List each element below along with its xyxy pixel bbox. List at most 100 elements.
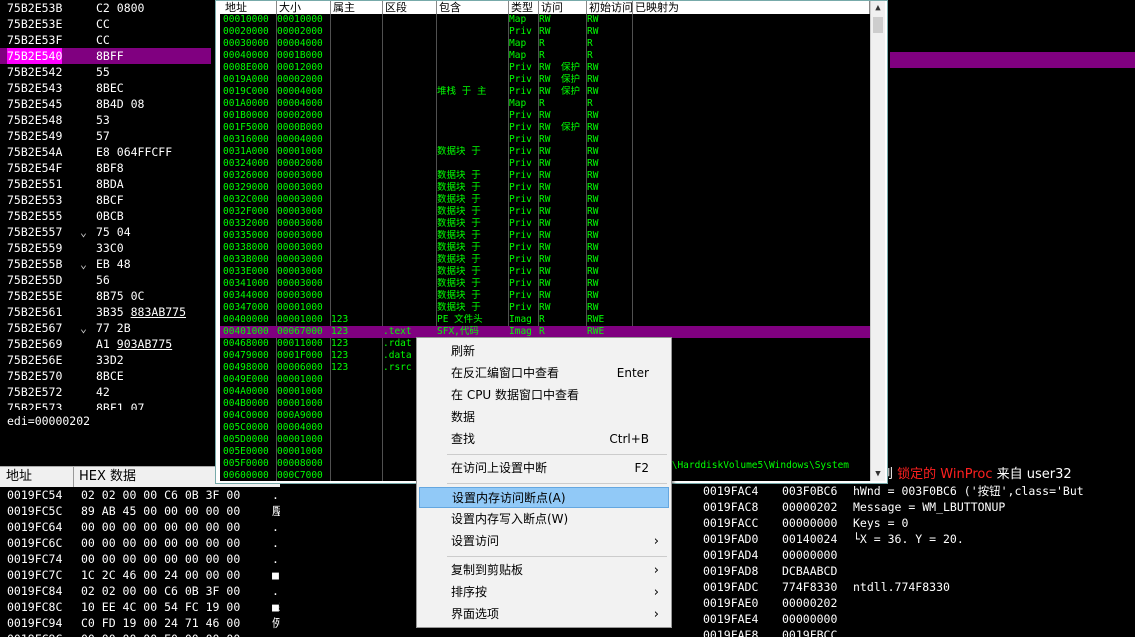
- memory-map-column-header[interactable]: 属主: [331, 1, 383, 14]
- dump-row[interactable]: 0019FC6C 00 00 00 00 00 00 00 00........: [0, 535, 280, 551]
- disasm-row[interactable]: 75B2E54F 8BF8: [0, 160, 211, 176]
- memory-dump-pane[interactable]: 0019FC5402 02 00 00 C6 0B 3F 00..??.0019…: [0, 487, 280, 637]
- disasm-row[interactable]: 75B2E561 3B35 883AB775: [0, 304, 211, 320]
- disasm-row[interactable]: 75B2E551 8BDA: [0, 176, 211, 192]
- disasm-row[interactable]: 75B2E542 55: [0, 64, 211, 80]
- memory-map-row[interactable]: 00400000 00001000 123 PE 文件头 Imag R RWE: [220, 314, 870, 326]
- disasm-row[interactable]: 75B2E559 33C0: [0, 240, 211, 256]
- memory-map-row[interactable]: 001B0000 00002000 Priv RW RW: [220, 110, 870, 122]
- disasm-row[interactable]: 75B2E570 8BCE: [0, 368, 211, 384]
- stack-row[interactable]: 0019FAC4 003F0BC6 hWnd = 003F0BC6 ('按钮',cl…: [697, 483, 1135, 499]
- disasm-row[interactable]: 75B2E549 57: [0, 128, 211, 144]
- disasm-row[interactable]: 75B2E55D 56: [0, 272, 211, 288]
- disasm-row[interactable]: 75B2E548 53: [0, 112, 211, 128]
- menu-item[interactable]: 界面选项 ›: [419, 604, 669, 625]
- menu-item[interactable]: 设置访问 ›: [419, 531, 669, 552]
- menu-item[interactable]: 数据: [419, 407, 669, 428]
- disasm-row[interactable]: 75B2E573 8BF1 07: [0, 400, 211, 410]
- memory-map-row[interactable]: 00344000 00003000 数据块 于 Priv RW RW: [220, 290, 870, 302]
- dump-row[interactable]: 0019FC84 02 02 00 00 C6 0B 3F 00..??.: [0, 583, 280, 599]
- scroll-thumb[interactable]: [873, 17, 883, 33]
- disasm-address-ref[interactable]: 903AB775: [117, 337, 172, 351]
- menu-item[interactable]: 设置内存写入断点(W): [419, 509, 669, 530]
- disasm-row[interactable]: 75B2E53F CC: [0, 32, 211, 48]
- memory-map-column-header[interactable]: 包含: [437, 1, 509, 14]
- stack-row[interactable]: 0019FAE8 0019FBCC: [697, 627, 1135, 637]
- memory-map-row[interactable]: 0019C000 00004000 堆栈 于 主 Priv RW 保护 RW: [220, 86, 870, 98]
- memory-map-row[interactable]: 00335000 00003000 数据块 于 Priv RW RW: [220, 230, 870, 242]
- dump-row[interactable]: 0019FC5C 89 AB 45 00 00 00 00 00 壓E.....: [0, 503, 280, 519]
- disassembly-pane[interactable]: 75B2E53B C2 0800 75B2E53E CC 75B2E53F CC 75B2E…: [0, 0, 211, 410]
- memory-map-scrollbar[interactable]: ▲ ▼: [870, 1, 885, 481]
- dump-row[interactable]: 0019FC94 C0 FD 19 00 24 71 46 00 例■.$qF.: [0, 615, 280, 631]
- memory-map-column-header[interactable]: 访问: [539, 1, 587, 14]
- dump-header-address[interactable]: 地址: [0, 467, 74, 487]
- memory-map-row[interactable]: 00040000 0001B000 Map R R: [220, 50, 870, 62]
- disasm-row[interactable]: 75B2E557 ⌄ 75 04: [0, 224, 211, 240]
- disasm-row[interactable]: 75B2E55B ⌄ EB 48: [0, 256, 211, 272]
- stack-row[interactable]: 0019FACC 00000000 Keys = 0: [697, 515, 1135, 531]
- menu-item[interactable]: 排序按 ›: [419, 582, 669, 603]
- memory-map-row[interactable]: 0032F000 00003000 数据块 于 Priv RW RW: [220, 206, 870, 218]
- memory-map-column-header[interactable]: 初始访问: [587, 1, 633, 14]
- context-menu[interactable]: 刷新 在反汇编窗口中查看 Enter 在 CPU 数据窗口中查看 数据 查找 Ctrl+B 在…: [416, 337, 672, 628]
- memory-map-row[interactable]: 0032C000 00003000 数据块 于 Priv RW RW: [220, 194, 870, 206]
- stack-pane[interactable]: 0019FAC4 003F0BC6 hWnd = 003F0BC6 ('按钮',cl…: [697, 483, 1135, 637]
- stack-row[interactable]: 0019FAC8 00000202 Message = WM_LBUTTONUP: [697, 499, 1135, 515]
- disasm-row[interactable]: 75B2E569 A1 903AB775: [0, 336, 211, 352]
- disasm-row[interactable]: 75B2E555 0BCB: [0, 208, 211, 224]
- disasm-row[interactable]: 75B2E54A E8 064FFCFF: [0, 144, 211, 160]
- memory-map-column-header[interactable]: 大小: [277, 1, 331, 14]
- disasm-row[interactable]: 75B2E543 8BEC: [0, 80, 211, 96]
- memory-map-row[interactable]: 00030000 00004000 Map R R: [220, 38, 870, 50]
- stack-row[interactable]: 0019FAD0 00140024 └X = 36. Y = 20.: [697, 531, 1135, 547]
- stack-row[interactable]: 0019FAE0 00000202: [697, 595, 1135, 611]
- menu-item[interactable]: 在 CPU 数据窗口中查看: [419, 385, 669, 406]
- menu-item[interactable]: 复制到剪贴板 ›: [419, 560, 669, 581]
- memory-map-row[interactable]: 00020000 00002000 Priv RW RW: [220, 26, 870, 38]
- memory-map-row[interactable]: 0019A000 00002000 Priv RW 保护 RW: [220, 74, 870, 86]
- dump-row[interactable]: 0019FC9C 00 00 00 00 E0 00 00 00 儒: [0, 631, 280, 637]
- memory-map-row[interactable]: 00332000 00003000 数据块 于 Priv RW RW: [220, 218, 870, 230]
- dump-row[interactable]: 0019FC8C 10 EE 4C 00 54 FC 19 00 ■頛.T?.: [0, 599, 280, 615]
- disasm-row[interactable]: 75B2E53B C2 0800: [0, 0, 211, 16]
- stack-row[interactable]: 0019FADC 774F8330 ntdll.774F8330: [697, 579, 1135, 595]
- stack-row[interactable]: 0019FAD8 DCBAABCD: [697, 563, 1135, 579]
- menu-item[interactable]: 在访问上设置中断 F2: [419, 458, 669, 479]
- disasm-row[interactable]: 75B2E56E 33D2: [0, 352, 211, 368]
- memory-map-row[interactable]: 0033E000 00003000 数据块 于 Priv RW RW: [220, 266, 870, 278]
- memory-map-row[interactable]: 0031A000 00001000 数据块 于 Priv RW RW: [220, 146, 870, 158]
- disasm-row[interactable]: 75B2E553 8BCF: [0, 192, 211, 208]
- disasm-row[interactable]: 75B2E545 8B4D 08: [0, 96, 211, 112]
- memory-map-column-header[interactable]: 区段: [383, 1, 437, 14]
- memory-map-row[interactable]: 001F5000 0000B000 Priv RW 保护 RW: [220, 122, 870, 134]
- dump-row[interactable]: 0019FC74 00 00 00 00 00 00 00 00........: [0, 551, 280, 567]
- memory-map-column-header[interactable]: 已映射为: [633, 1, 870, 14]
- disasm-row[interactable]: 75B2E55E 8B75 0C: [0, 288, 211, 304]
- memory-map-row[interactable]: 00341000 00003000 数据块 于 Priv RW RW: [220, 278, 870, 290]
- memory-map-row[interactable]: 001A0000 00004000 Map R R: [220, 98, 870, 110]
- memory-map-row[interactable]: 00347000 00001000 数据块 于 Priv RW RW: [220, 302, 870, 314]
- stack-row[interactable]: 0019FAE4 00000000: [697, 611, 1135, 627]
- disasm-row[interactable]: 75B2E572 42: [0, 384, 211, 400]
- disasm-row[interactable]: 75B2E567 ⌄ 77 2B: [0, 320, 211, 336]
- memory-map-column-header[interactable]: 地址: [223, 1, 277, 14]
- memory-map-row[interactable]: 00329000 00003000 数据块 于 Priv RW RW: [220, 182, 870, 194]
- stack-row[interactable]: 0019FAD4 00000000: [697, 547, 1135, 563]
- disasm-address-ref[interactable]: 883AB775: [131, 305, 186, 319]
- memory-map-row[interactable]: 00324000 00002000 Priv RW RW: [220, 158, 870, 170]
- disasm-row[interactable]: 75B2E53E CC: [0, 16, 211, 32]
- memory-map-row[interactable]: 00316000 00004000 Priv RW RW: [220, 134, 870, 146]
- disasm-row[interactable]: 75B2E540 8BFF: [0, 48, 211, 64]
- memory-map-row[interactable]: 0033B000 00003000 数据块 于 Priv RW RW: [220, 254, 870, 266]
- scroll-up-icon[interactable]: ▲: [871, 1, 885, 15]
- menu-item[interactable]: 在反汇编窗口中查看 Enter: [419, 363, 669, 384]
- dump-row[interactable]: 0019FC7C 1C 2C 46 00 24 00 00 00 ■,F.$...: [0, 567, 280, 583]
- memory-map-row[interactable]: 0008E000 00012000 Priv RW 保护 RW: [220, 62, 870, 74]
- dump-row[interactable]: 0019FC64 00 00 00 00 00 00 00 00........: [0, 519, 280, 535]
- menu-item[interactable]: 刷新: [419, 341, 669, 362]
- memory-map-row[interactable]: 00010000 00010000 Map RW RW: [220, 14, 870, 26]
- scroll-down-icon[interactable]: ▼: [871, 467, 885, 481]
- memory-map-row[interactable]: 00338000 00003000 数据块 于 Priv RW RW: [220, 242, 870, 254]
- dump-row[interactable]: 0019FC54 02 02 00 00 C6 0B 3F 00..??.: [0, 487, 280, 503]
